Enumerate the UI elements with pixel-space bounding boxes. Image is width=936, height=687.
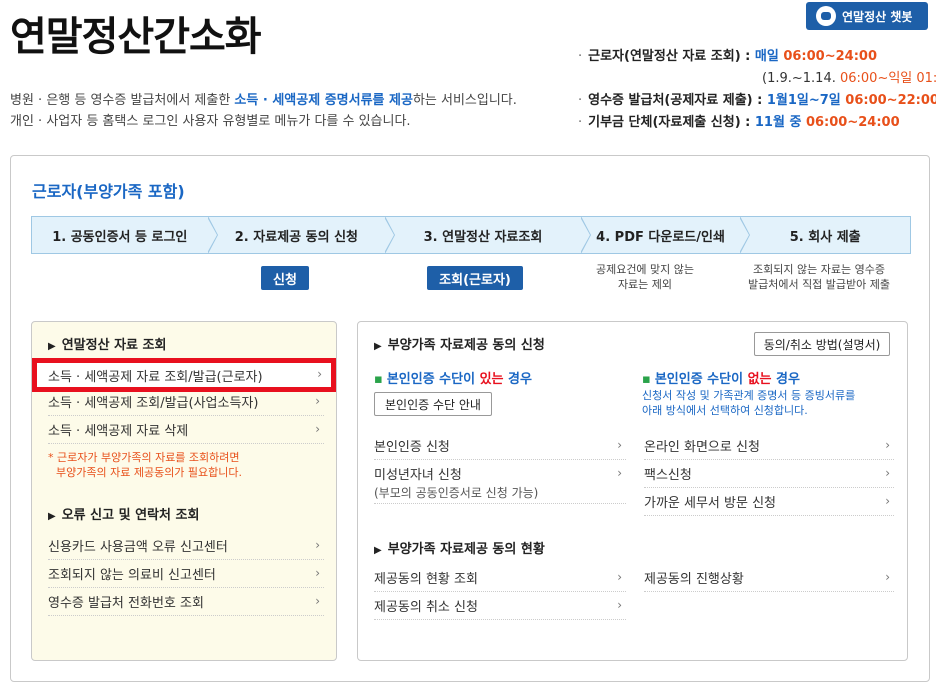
menu-delete-data[interactable]: 소득 · 세액공제 자료 삭제 › [48,416,324,444]
step-5: 5. 회사 제출 [789,229,861,245]
chevron-right-icon: › [617,438,622,452]
chevron-right-icon: › [885,494,890,508]
chevron-right-icon: › [315,566,320,580]
page-title: 연말정산간소화 [10,14,262,60]
error-report-title: 오류 신고 및 연락처 조회 [48,504,200,523]
section-title: 근로자(부양가족 포함) [32,182,185,201]
service-schedule: · 근로자(연말정산 자료 조회) : 매일 06:00~24:00 (1.9.~… [578,49,936,130]
chevron-right-icon: › [885,570,890,584]
chatbot-icon [816,6,836,26]
menu-phone-lookup[interactable]: 영수증 발급처 전화번호 조회 › [48,588,324,616]
chatbot-button[interactable]: 연말정산 챗봇 [806,2,928,30]
submit-note: 조회되지 않는 자료는 영수증 발급처에서 직접 발급받아 제출 [747,263,891,291]
chevron-right-icon: › [617,466,622,480]
menu-fax-apply[interactable]: 팩스신청 › [644,460,894,488]
menu-consent-status[interactable]: 제공동의 현황 조회 › [374,564,626,592]
dependent-note: * 근로자가 부양가족의 자료를 조회하려면 부양가족의 자료 제공동의가 필요합… [48,451,243,479]
chevron-right-icon: › [315,594,320,608]
menu-visit-office[interactable]: 가까운 세무서 방문 신청 › [644,488,894,516]
menu-medical-report[interactable]: 조회되지 않는 의료비 신고센터 › [48,560,324,588]
step-3: 3. 연말정산 자료조회 [385,216,591,254]
chevron-right-icon: › [617,570,622,584]
menu-card-error[interactable]: 신용카드 사용금액 오류 신고센터 › [48,532,324,560]
chatbot-label: 연말정산 챗봇 [842,9,913,24]
menu-lookup-business[interactable]: 소득 · 세액공제 조회/발급(사업소득자) › [48,388,324,416]
data-lookup-title: 연말정산 자료 조회 [48,334,167,353]
chevron-right-icon: › [315,422,320,436]
apply-button[interactable]: 신청 [261,266,309,290]
menu-lookup-worker[interactable]: 소득 · 세액공제 자료 조회/발급(근로자) › [32,358,336,392]
without-auth-heading: ▪ 본인인증 수단이 없는 경우 [642,372,800,387]
minor-child-sub: (부모의 공동인증서로 신청 가능) [374,486,539,500]
without-auth-note: 신청서 작성 및 가족관계 증명서 등 증빙서류를 아래 방식에서 선택하여 신청… [642,389,856,417]
lookup-worker-button[interactable]: 조회(근로자) [427,266,523,290]
consent-status-title: 부양가족 자료제공 동의 현황 [374,538,545,557]
menu-self-auth[interactable]: 본인인증 신청 › [374,432,626,460]
menu-online-apply[interactable]: 온라인 화면으로 신청 › [644,432,894,460]
auth-guide-button[interactable]: 본인인증 수단 안내 [374,392,492,416]
chevron-right-icon: › [617,598,622,612]
consent-apply-title: 부양가족 자료제공 동의 신청 [374,334,545,353]
step-4: 4. PDF 다운로드/인쇄 [581,216,751,254]
chevron-right-icon: › [315,394,320,408]
method-guide-button[interactable]: 동의/취소 방법(설명서) [754,332,890,356]
chevron-right-icon: › [317,367,322,381]
service-description: 병원 · 은행 등 영수증 발급처에서 제출한 소득 · 세액공제 증명서류를 … [10,93,517,129]
right-panel: 부양가족 자료제공 동의 신청 동의/취소 방법(설명서) ▪본인인증 수단이 … [357,321,908,661]
pdf-note: 공제요건에 맞지 않는 자료는 제외 [595,263,695,291]
menu-consent-cancel[interactable]: 제공동의 취소 신청 › [374,592,626,620]
chevron-right-icon: › [885,438,890,452]
step-bar: 1. 공동인증서 등 로그인 2. 자료제공 동의 신청 3. 연말정산 자료조… [31,216,911,254]
left-panel: 연말정산 자료 조회 소득 · 세액공제 자료 조회/발급(근로자)› 소득 ·… [31,321,337,661]
main-box: 근로자(부양가족 포함) 1. 공동인증서 등 로그인 2. 자료제공 동의 신… [10,155,930,682]
step-1: 1. 공동인증서 등 로그인 [32,216,218,254]
menu-consent-progress[interactable]: 제공동의 진행상황 › [644,564,894,592]
step-2: 2. 자료제공 동의 신청 [208,216,396,254]
chevron-right-icon: › [315,538,320,552]
with-auth-heading: ▪ 본인인증 수단이 있는 경우 [374,372,532,387]
chevron-right-icon: › [885,466,890,480]
